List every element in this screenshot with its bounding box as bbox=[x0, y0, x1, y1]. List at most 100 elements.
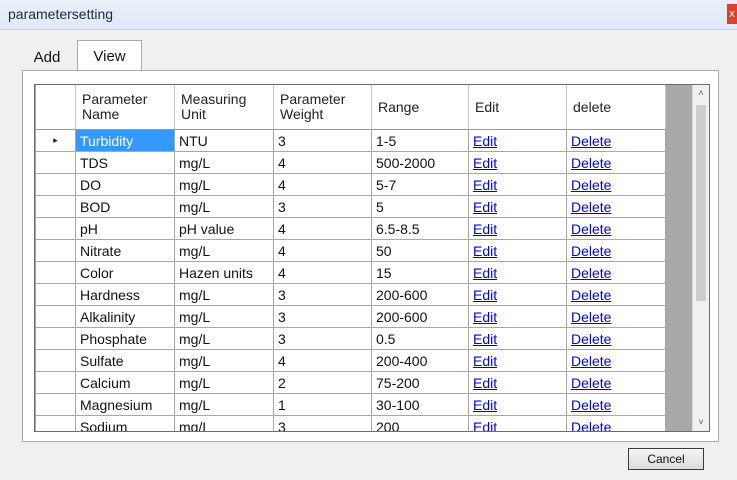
range-cell[interactable]: 0.5 bbox=[371, 327, 469, 350]
measuring-unit-cell[interactable]: Hazen units bbox=[174, 261, 274, 284]
parameter-grid[interactable]: Parameter Name Measuring Unit Parameter … bbox=[34, 84, 710, 432]
row-header-cell[interactable] bbox=[35, 349, 76, 372]
parameter-name-cell[interactable]: Sodium bbox=[75, 415, 175, 431]
measuring-unit-cell[interactable]: mg/L bbox=[174, 415, 274, 431]
edit-cell[interactable]: Edit bbox=[468, 415, 567, 432]
delete-link[interactable]: Delete bbox=[571, 265, 611, 281]
parameter-weight-cell[interactable]: 3 bbox=[273, 283, 372, 306]
range-cell[interactable]: 5 bbox=[371, 195, 469, 218]
measuring-unit-cell[interactable]: mg/L bbox=[174, 283, 274, 306]
parameter-weight-cell[interactable]: 3 bbox=[273, 415, 372, 431]
edit-link[interactable]: Edit bbox=[473, 265, 497, 281]
measuring-unit-cell[interactable]: mg/L bbox=[174, 393, 274, 416]
cancel-button[interactable]: Cancel bbox=[628, 448, 704, 470]
edit-link[interactable]: Edit bbox=[473, 133, 497, 149]
parameter-name-cell[interactable]: Nitrate bbox=[75, 239, 175, 262]
edit-link[interactable]: Edit bbox=[473, 419, 497, 432]
table-row[interactable]: Phosphate mg/L 3 0.5 Edit Delete bbox=[35, 327, 666, 350]
table-row[interactable]: Sodium mg/L 3 200 Edit Delete bbox=[35, 415, 666, 432]
measuring-unit-cell[interactable]: mg/L bbox=[174, 195, 274, 218]
table-row[interactable]: Hardness mg/L 3 200-600 Edit Delete bbox=[35, 283, 666, 306]
measuring-unit-cell[interactable]: mg/L bbox=[174, 239, 274, 262]
parameter-name-cell[interactable]: Sulfate bbox=[75, 349, 175, 372]
measuring-unit-cell[interactable]: NTU bbox=[174, 129, 274, 152]
scroll-thumb[interactable] bbox=[696, 105, 706, 301]
row-header-cell[interactable]: ▸ bbox=[35, 129, 76, 152]
parameter-weight-cell[interactable]: 4 bbox=[273, 239, 372, 262]
table-row[interactable]: Sulfate mg/L 4 200-400 Edit Delete bbox=[35, 349, 666, 372]
row-header-cell[interactable] bbox=[35, 305, 76, 328]
edit-cell[interactable]: Edit bbox=[468, 239, 567, 262]
measuring-unit-cell[interactable]: mg/L bbox=[174, 305, 274, 328]
delete-cell[interactable]: Delete bbox=[566, 173, 666, 196]
edit-cell[interactable]: Edit bbox=[468, 371, 567, 394]
table-row[interactable]: ▸ Turbidity NTU 3 1-5 Edit Delete bbox=[35, 129, 666, 152]
measuring-unit-cell[interactable]: mg/L bbox=[174, 173, 274, 196]
edit-cell[interactable]: Edit bbox=[468, 327, 567, 350]
parameter-weight-cell[interactable]: 1 bbox=[273, 393, 372, 416]
parameter-weight-cell[interactable]: 4 bbox=[273, 173, 372, 196]
row-header-cell[interactable] bbox=[35, 261, 76, 284]
column-header-edit[interactable]: Edit bbox=[468, 85, 567, 130]
table-row[interactable]: Alkalinity mg/L 3 200-600 Edit Delete bbox=[35, 305, 666, 328]
table-row[interactable]: Calcium mg/L 2 75-200 Edit Delete bbox=[35, 371, 666, 394]
row-header-cell[interactable] bbox=[35, 195, 76, 218]
row-header-cell[interactable] bbox=[35, 283, 76, 306]
measuring-unit-cell[interactable]: mg/L bbox=[174, 327, 274, 350]
edit-link[interactable]: Edit bbox=[473, 375, 497, 391]
measuring-unit-cell[interactable]: mg/L bbox=[174, 349, 274, 372]
edit-cell[interactable]: Edit bbox=[468, 217, 567, 240]
parameter-name-cell[interactable]: Magnesium bbox=[75, 393, 175, 416]
parameter-name-cell[interactable]: Color bbox=[75, 261, 175, 284]
parameter-weight-cell[interactable]: 3 bbox=[273, 129, 372, 152]
edit-link[interactable]: Edit bbox=[473, 287, 497, 303]
delete-link[interactable]: Delete bbox=[571, 199, 611, 215]
parameter-name-cell[interactable]: TDS bbox=[75, 151, 175, 174]
delete-cell[interactable]: Delete bbox=[566, 327, 666, 350]
row-header-cell[interactable] bbox=[35, 415, 76, 431]
column-header-range[interactable]: Range bbox=[371, 85, 469, 130]
column-header-delete[interactable]: delete bbox=[566, 85, 666, 130]
parameter-weight-cell[interactable]: 3 bbox=[273, 195, 372, 218]
delete-link[interactable]: Delete bbox=[571, 397, 611, 413]
column-header-parameter-weight[interactable]: Parameter Weight bbox=[273, 85, 372, 130]
edit-link[interactable]: Edit bbox=[473, 199, 497, 215]
table-row[interactable]: Nitrate mg/L 4 50 Edit Delete bbox=[35, 239, 666, 262]
edit-cell[interactable]: Edit bbox=[468, 151, 567, 174]
delete-link[interactable]: Delete bbox=[571, 243, 611, 259]
delete-cell[interactable]: Delete bbox=[566, 349, 666, 372]
range-cell[interactable]: 200-400 bbox=[371, 349, 469, 372]
parameter-name-cell[interactable]: DO bbox=[75, 173, 175, 196]
table-row[interactable]: DO mg/L 4 5-7 Edit Delete bbox=[35, 173, 666, 196]
delete-cell[interactable]: Delete bbox=[566, 371, 666, 394]
measuring-unit-cell[interactable]: mg/L bbox=[174, 371, 274, 394]
edit-cell[interactable]: Edit bbox=[468, 283, 567, 306]
measuring-unit-cell[interactable]: mg/L bbox=[174, 151, 274, 174]
edit-link[interactable]: Edit bbox=[473, 243, 497, 259]
delete-link[interactable]: Delete bbox=[571, 375, 611, 391]
row-header-cell[interactable] bbox=[35, 239, 76, 262]
table-row[interactable]: BOD mg/L 3 5 Edit Delete bbox=[35, 195, 666, 218]
parameter-name-cell[interactable]: Hardness bbox=[75, 283, 175, 306]
edit-cell[interactable]: Edit bbox=[468, 195, 567, 218]
table-row[interactable]: pH pH value 4 6.5-8.5 Edit Delete bbox=[35, 217, 666, 240]
edit-link[interactable]: Edit bbox=[473, 177, 497, 193]
range-cell[interactable]: 200-600 bbox=[371, 283, 469, 306]
range-cell[interactable]: 75-200 bbox=[371, 371, 469, 394]
table-row[interactable]: Color Hazen units 4 15 Edit Delete bbox=[35, 261, 666, 284]
delete-link[interactable]: Delete bbox=[571, 287, 611, 303]
delete-link[interactable]: Delete bbox=[571, 221, 611, 237]
edit-link[interactable]: Edit bbox=[473, 353, 497, 369]
delete-cell[interactable]: Delete bbox=[566, 195, 666, 218]
range-cell[interactable]: 200-600 bbox=[371, 305, 469, 328]
parameter-weight-cell[interactable]: 2 bbox=[273, 371, 372, 394]
measuring-unit-cell[interactable]: pH value bbox=[174, 217, 274, 240]
close-icon[interactable]: x bbox=[727, 4, 737, 24]
tab-add[interactable]: Add bbox=[22, 44, 72, 70]
delete-cell[interactable]: Delete bbox=[566, 283, 666, 306]
delete-cell[interactable]: Delete bbox=[566, 261, 666, 284]
parameter-weight-cell[interactable]: 3 bbox=[273, 305, 372, 328]
delete-link[interactable]: Delete bbox=[571, 133, 611, 149]
column-header-measuring-unit[interactable]: Measuring Unit bbox=[174, 85, 274, 130]
delete-link[interactable]: Delete bbox=[571, 177, 611, 193]
